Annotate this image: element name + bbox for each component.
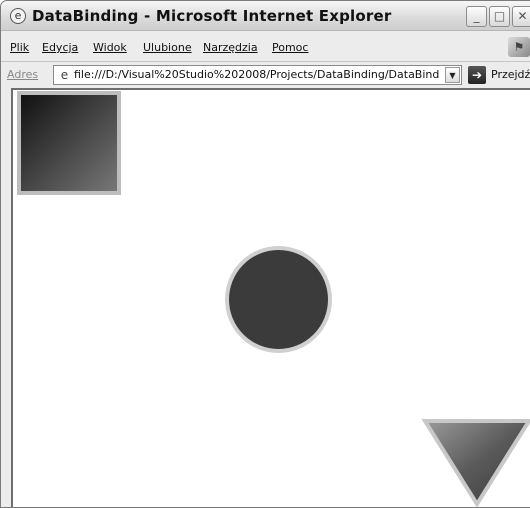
page-icon: e <box>60 68 69 82</box>
go-button[interactable]: Przejdź <box>491 68 530 81</box>
title-bar[interactable]: e DataBinding - Microsoft Internet Explo… <box>1 1 530 31</box>
menu-bar: Plik Edycja Widok Ulubione Narzędzia Pom… <box>1 39 530 59</box>
minimize-button[interactable]: _ <box>466 6 487 27</box>
menu-item-widok[interactable]: Widok <box>93 41 127 54</box>
gradient-triangle <box>421 419 530 507</box>
page-content <box>11 88 530 507</box>
windows-logo-icon: ⚑ <box>508 37 530 57</box>
address-input[interactable]: e file:///D:/Visual%20Studio%202008/Proj… <box>53 65 462 85</box>
address-bar: Adres e file:///D:/Visual%20Studio%20200… <box>1 61 530 87</box>
dark-circle <box>225 246 332 353</box>
ie-icon: e <box>10 8 26 24</box>
window-title: DataBinding - Microsoft Internet Explore… <box>32 7 392 25</box>
close-button[interactable]: ✕ <box>512 6 530 27</box>
address-label: Adres <box>7 68 39 81</box>
go-arrow-icon[interactable]: ➔ <box>468 66 486 84</box>
gradient-square <box>17 91 121 195</box>
menu-item-plik[interactable]: Plik <box>10 41 29 54</box>
menu-item-ulubione[interactable]: Ulubione <box>143 41 192 54</box>
menu-item-edycja[interactable]: Edycja <box>42 41 78 54</box>
menu-item-narzedzia[interactable]: Narzędzia <box>203 41 258 54</box>
maximize-button[interactable]: □ <box>489 6 510 27</box>
browser-window: e DataBinding - Microsoft Internet Explo… <box>0 0 530 508</box>
menu-item-pomoc[interactable]: Pomoc <box>272 41 308 54</box>
address-url[interactable]: file:///D:/Visual%20Studio%202008/Projec… <box>74 68 440 81</box>
chevron-down-icon[interactable]: ▼ <box>445 67 460 83</box>
